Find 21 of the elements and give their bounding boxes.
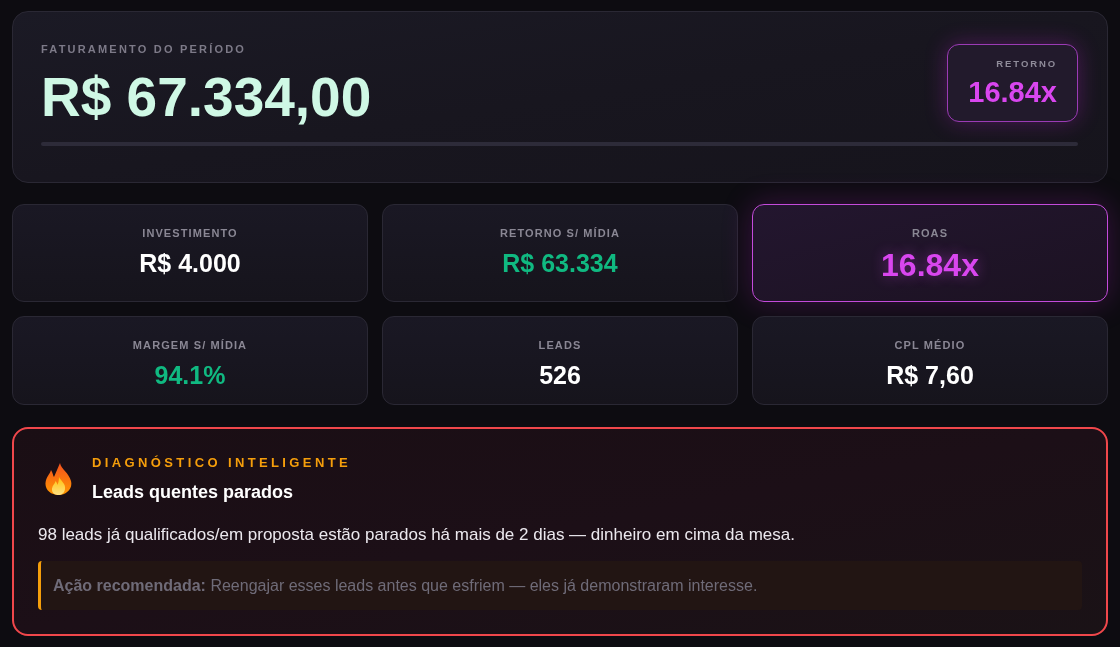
recommendation-text: Ação recomendada: Reengajar esses leads antes que esfriem — eles já demonstraram interesse. (53, 575, 758, 596)
alert-eyebrow: DIAGNÓSTICO INTELIGENTE (92, 454, 352, 472)
metric-value: R$ 63.334 (502, 249, 618, 277)
metric-label: CPL MÉDIO (894, 338, 966, 353)
metric-label: INVESTIMENTO (142, 226, 238, 241)
metric-value: R$ 4.000 (139, 249, 241, 277)
badge-value: 16.84x (968, 76, 1057, 108)
flame-icon (45, 462, 72, 495)
alert-title: Leads quentes parados (92, 481, 294, 504)
metric-label: ROAS (911, 226, 949, 241)
metric-label: RETORNO S/ MÍDIA (499, 226, 621, 241)
revenue-label: FATURAMENTO DO PERÍODO (41, 42, 247, 57)
badge-label: RETORNO (996, 58, 1057, 70)
alert-message: 98 leads já qualificados/em proposta estão parados há mais de 2 dias — dinheiro em cima da mesa. (38, 524, 796, 546)
revenue-value: R$ 67.334,00 (41, 70, 372, 125)
metric-value: 94.1% (154, 361, 226, 389)
metric-label: LEADS (538, 338, 582, 353)
metric-value: 526 (539, 361, 581, 389)
metric-label: MARGEM S/ MÍDIA (132, 338, 248, 353)
metric-value: 16.84x (881, 247, 979, 283)
metric-value: R$ 7,60 (886, 361, 974, 389)
